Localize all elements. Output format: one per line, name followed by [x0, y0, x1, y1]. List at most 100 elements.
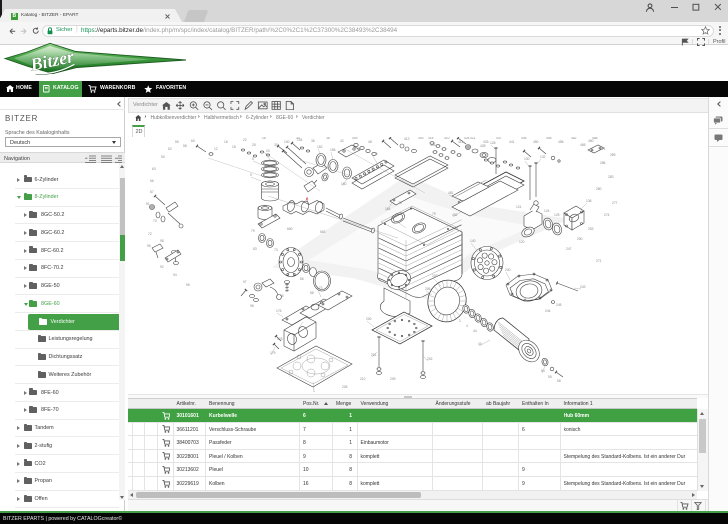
svg-text:468: 468: [592, 137, 598, 140]
svg-text:200: 200: [366, 317, 372, 321]
svg-text:409: 409: [352, 137, 358, 140]
svg-text:210: 210: [360, 377, 366, 381]
svg-text:50: 50: [161, 155, 165, 159]
svg-text:87: 87: [150, 190, 154, 194]
svg-text:458: 458: [558, 140, 564, 144]
svg-text:88: 88: [310, 291, 314, 295]
svg-text:94: 94: [173, 273, 177, 277]
svg-text:92: 92: [160, 265, 164, 269]
svg-text:160: 160: [341, 182, 347, 186]
svg-text:209: 209: [390, 377, 396, 381]
svg-text:75: 75: [398, 201, 402, 205]
svg-text:205: 205: [342, 385, 348, 389]
svg-text:286: 286: [600, 161, 606, 165]
svg-text:91: 91: [146, 202, 150, 206]
svg-text:280: 280: [596, 187, 602, 191]
svg-text:240: 240: [505, 268, 511, 272]
svg-text:428: 428: [480, 144, 486, 148]
svg-text:98: 98: [160, 239, 164, 243]
svg-text:58: 58: [183, 144, 187, 148]
svg-text:38: 38: [326, 137, 330, 140]
svg-text:18: 18: [232, 145, 236, 149]
svg-text:60: 60: [191, 139, 195, 143]
svg-text:206: 206: [425, 287, 431, 291]
svg-text:244: 244: [545, 309, 551, 313]
svg-text:412: 412: [404, 137, 410, 141]
svg-text:274: 274: [604, 213, 610, 217]
svg-text:424: 424: [464, 137, 470, 140]
svg-text:36: 36: [311, 139, 315, 143]
svg-text:98: 98: [250, 304, 254, 308]
svg-text:9: 9: [250, 173, 252, 177]
svg-text:46: 46: [357, 147, 361, 151]
svg-text:465: 465: [580, 143, 586, 147]
svg-text:83: 83: [253, 247, 257, 251]
svg-text:42: 42: [340, 139, 344, 143]
svg-text:156: 156: [330, 148, 336, 152]
svg-text:202: 202: [427, 357, 433, 361]
svg-text:663: 663: [320, 230, 326, 234]
svg-text:63: 63: [152, 167, 156, 171]
svg-text:97: 97: [243, 280, 247, 284]
svg-text:283: 283: [608, 175, 614, 179]
svg-text:22: 22: [243, 138, 247, 142]
svg-text:403: 403: [418, 137, 424, 140]
svg-text:481: 481: [448, 191, 454, 195]
svg-text:415: 415: [458, 140, 464, 144]
svg-text:243: 243: [580, 285, 586, 289]
svg-text:125: 125: [554, 213, 560, 217]
svg-text:128: 128: [490, 141, 496, 145]
svg-text:450: 450: [533, 140, 539, 144]
svg-text:96: 96: [186, 283, 190, 287]
svg-text:130: 130: [524, 157, 530, 161]
svg-text:55: 55: [548, 375, 552, 379]
svg-text:406: 406: [430, 143, 436, 147]
svg-text:482: 482: [452, 213, 458, 217]
svg-text:277: 277: [612, 201, 618, 205]
svg-text:73: 73: [274, 248, 278, 252]
svg-text:132: 132: [540, 155, 546, 159]
svg-text:416: 416: [428, 137, 434, 140]
svg-text:5: 5: [252, 157, 254, 161]
svg-text:271: 271: [596, 259, 602, 263]
svg-text:203: 203: [432, 274, 438, 278]
svg-text:100: 100: [284, 140, 290, 144]
svg-text:55: 55: [175, 140, 179, 144]
svg-text:4: 4: [466, 324, 468, 328]
svg-text:66: 66: [150, 179, 154, 183]
svg-text:176: 176: [276, 309, 282, 313]
svg-text:410: 410: [444, 137, 450, 140]
svg-text:247: 247: [566, 247, 572, 251]
svg-text:52: 52: [168, 147, 172, 151]
svg-text:34: 34: [296, 137, 300, 140]
svg-text:28: 28: [262, 137, 266, 140]
svg-text:445: 445: [521, 137, 527, 140]
svg-text:121: 121: [516, 205, 522, 209]
svg-text:245: 245: [556, 303, 562, 307]
svg-text:441: 441: [509, 140, 515, 144]
svg-text:16: 16: [224, 140, 228, 144]
svg-text:437: 437: [496, 137, 502, 140]
svg-text:173: 173: [317, 286, 323, 290]
svg-text:2: 2: [459, 319, 461, 323]
svg-text:6: 6: [306, 197, 309, 202]
svg-text:462: 462: [571, 137, 577, 140]
svg-text:12: 12: [214, 147, 218, 151]
svg-text:95: 95: [147, 244, 151, 248]
svg-text:433: 433: [483, 140, 489, 144]
svg-text:660: 660: [287, 227, 293, 231]
svg-text:164: 164: [385, 207, 391, 211]
svg-text:86: 86: [300, 277, 304, 281]
svg-text:289: 289: [610, 153, 616, 157]
svg-text:44: 44: [473, 329, 477, 333]
svg-text:48: 48: [368, 140, 372, 144]
svg-text:70: 70: [153, 219, 157, 223]
svg-text:471: 471: [600, 147, 606, 151]
svg-text:253: 253: [588, 227, 594, 231]
svg-text:140: 140: [470, 239, 476, 243]
svg-text:58: 58: [557, 379, 561, 383]
svg-text:136: 136: [586, 199, 592, 203]
svg-text:124: 124: [544, 209, 550, 213]
svg-text:72: 72: [148, 232, 152, 236]
svg-text:421: 421: [470, 137, 476, 140]
